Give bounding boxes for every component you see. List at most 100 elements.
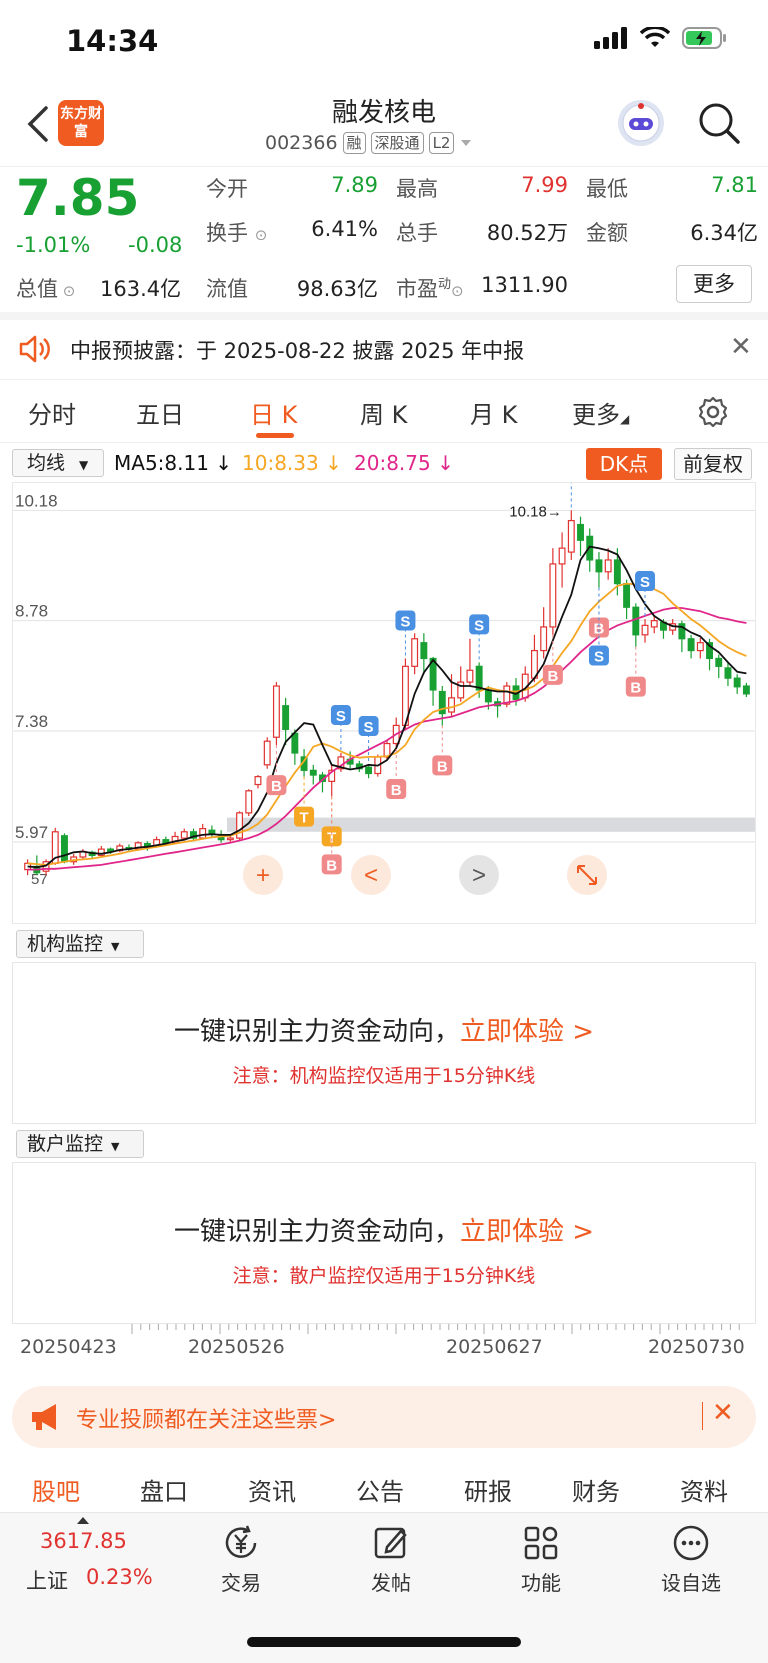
retail-monitor-select[interactable]: 散户监控 ▼ <box>16 1130 144 1158</box>
max-price-label: 10.18→ <box>509 503 562 520</box>
ma-select[interactable]: 均线 ▼ <box>12 449 104 477</box>
tab-intraday[interactable]: 分时 <box>28 395 76 430</box>
speaker-icon <box>19 335 50 363</box>
candle-body <box>365 766 373 775</box>
wifi-icon <box>640 27 670 47</box>
turnover-label: 换手 ⊙ <box>206 221 268 245</box>
adjust-button[interactable]: 前复权 <box>674 448 752 480</box>
institution-monitor-panel: 一键识别主力资金动向，立即体验 > 注意：机构监控仅适用于15分钟K线 <box>12 962 756 1124</box>
tab-orderbook[interactable]: 盘口 <box>140 1472 188 1507</box>
signal-label: S <box>594 649 604 666</box>
candle-body <box>420 642 428 660</box>
tab-five-day[interactable]: 五日 <box>136 395 184 430</box>
y-tick-label: 5.97 <box>15 823 48 842</box>
megaphone-icon <box>32 1404 56 1430</box>
active-tab-underline <box>256 433 294 438</box>
candle-body <box>604 559 612 573</box>
candle-body <box>272 685 280 738</box>
grid-icon <box>524 1526 558 1560</box>
candle-body <box>245 790 253 814</box>
tab-weekly-k[interactable]: 周 K <box>360 395 407 430</box>
caret-down-icon[interactable] <box>459 138 473 148</box>
candle-body <box>61 835 68 863</box>
candle-body <box>236 812 244 839</box>
tab-more[interactable]: 更多◢ <box>572 395 629 430</box>
candle-body <box>696 642 704 652</box>
tab-monthly-k[interactable]: 月 K <box>470 395 517 430</box>
tab-finance[interactable]: 财务 <box>572 1472 620 1507</box>
chart-control-label: + <box>256 862 270 889</box>
float-value-label: 流值 <box>206 277 248 301</box>
candle-body <box>180 831 188 839</box>
candle-body <box>632 606 640 636</box>
candle-body <box>724 667 732 679</box>
signal-label: T <box>327 829 336 846</box>
amount-label: 金额 <box>586 221 628 245</box>
nav-bar: 东方财富 融发核电 002366 融 深股通 L2 <box>0 84 768 164</box>
candle-body <box>254 776 262 786</box>
close-icon[interactable]: ✕ <box>712 1398 734 1428</box>
index-value[interactable]: 3617.85 <box>40 1529 127 1553</box>
candle-body <box>641 624 649 636</box>
edit-icon <box>374 1527 407 1559</box>
notice-text: 中报预披露：于 2025-08-22 披露 2025 年中报 <box>70 339 525 363</box>
candle-body <box>650 620 658 628</box>
quote-panel: 7.85 -1.01% -0.08 今开 7.89 最高 7.99 最低 7.8… <box>0 166 768 311</box>
candle-body <box>567 519 575 553</box>
candle-body <box>411 638 419 667</box>
tab-research[interactable]: 研报 <box>464 1472 512 1507</box>
signal-label: T <box>299 810 308 827</box>
bottom-tabs: 股吧 盘口 资讯 公告 研报 财务 资料 <box>0 1460 768 1512</box>
high-label: 最高 <box>396 177 438 201</box>
monitor-title: 一键识别主力资金动向，立即体验 > <box>173 1217 595 1247</box>
bottom-toolbar: 3617.85 上证 0.23% 交易 发帖 功能 设自选 <box>0 1512 768 1663</box>
volume-label: 总手 <box>396 221 438 245</box>
tag-l2: L2 <box>428 132 455 154</box>
candle-body <box>623 583 631 608</box>
settings-gear-icon[interactable] <box>696 395 730 429</box>
kline-svg: 10.188.787.385.975710.18→BSTTBSSBBSBSBSS… <box>13 483 755 895</box>
trade-button[interactable]: 交易 <box>196 1521 286 1596</box>
retail-monitor-panel: 一键识别主力资金动向，立即体验 > 注意：散户监控仅适用于15分钟K线 <box>12 1162 756 1324</box>
search-icon[interactable] <box>696 100 742 146</box>
total-value-label: 总值 ⊙ <box>16 277 76 301</box>
post-button[interactable]: 发帖 <box>346 1521 436 1596</box>
current-price: 7.85 <box>16 169 140 227</box>
monitor-title: 一键识别主力资金动向，立即体验 > <box>173 1017 595 1047</box>
try-now-link[interactable]: 立即体验 > <box>460 1017 594 1047</box>
y-bottom-label: 57 <box>31 871 48 888</box>
dk-point-button[interactable]: DK点 <box>586 448 662 480</box>
amount-value: 6.34亿 <box>690 221 758 245</box>
more-button[interactable]: 更多 <box>676 265 752 303</box>
index-percent: 0.23% <box>86 1565 153 1589</box>
tab-profile[interactable]: 资料 <box>680 1472 728 1507</box>
tag-margin: 融 <box>342 132 366 154</box>
status-icons <box>594 26 728 50</box>
promo-banner[interactable]: 专业投顾都在关注这些票> ✕ <box>12 1386 756 1448</box>
candle-body <box>742 685 750 695</box>
tab-announcements[interactable]: 公告 <box>356 1472 404 1507</box>
tab-forum[interactable]: 股吧 <box>32 1472 80 1507</box>
candle-body <box>291 732 299 754</box>
try-now-link[interactable]: 立即体验 > <box>460 1217 594 1247</box>
open-value: 7.89 <box>331 173 378 197</box>
institution-monitor-select[interactable]: 机构监控 ▼ <box>16 930 144 958</box>
signal-label: B <box>437 758 448 775</box>
notice-bar[interactable]: 中报预披露：于 2025-08-22 披露 2025 年中报 ✕ <box>0 312 768 380</box>
signal-label: B <box>326 857 337 874</box>
chart-control-label: < <box>364 862 378 889</box>
assistant-robot-icon[interactable] <box>618 100 664 146</box>
signal-label: B <box>391 782 402 799</box>
turnover-value: 6.41% <box>311 217 378 241</box>
tab-news[interactable]: 资讯 <box>248 1472 296 1507</box>
close-icon[interactable]: ✕ <box>730 332 752 362</box>
candle-body <box>448 697 455 713</box>
candle-body <box>558 547 566 565</box>
function-button[interactable]: 功能 <box>496 1521 586 1596</box>
kline-chart[interactable]: 10.188.787.385.975710.18→BSTTBSSBBSBSBSS… <box>12 482 756 924</box>
signal-label: S <box>640 574 650 591</box>
add-watchlist-button[interactable]: 设自选 <box>646 1521 736 1596</box>
ma-row: 均线 ▼ MA5:8.11 ↓ 10:8.33 ↓ 20:8.75 ↓ DK点 前… <box>0 446 768 482</box>
candle-body <box>595 559 603 573</box>
tab-daily-k[interactable]: 日 K <box>250 395 297 430</box>
